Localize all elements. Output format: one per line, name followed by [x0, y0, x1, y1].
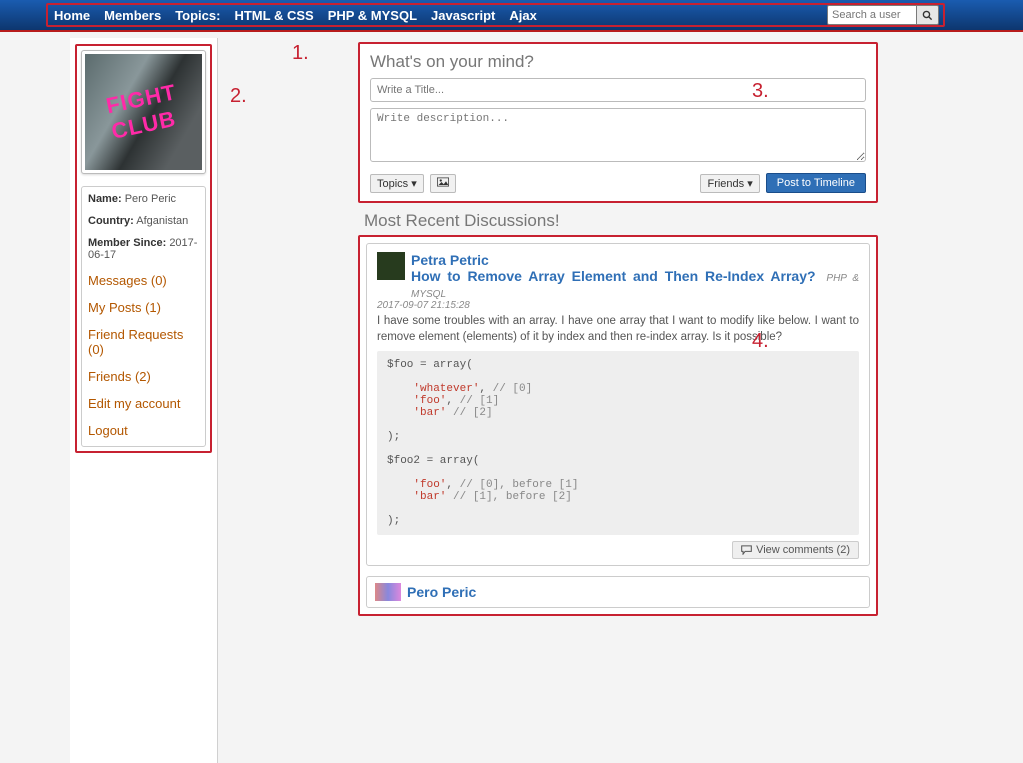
composer-heading: What's on your mind? — [370, 52, 866, 72]
discussion-author-2[interactable]: Pero Peric — [407, 584, 476, 600]
composer-box: What's on your mind? Topics ▾ Friends ▾ … — [358, 42, 878, 203]
image-button[interactable] — [430, 174, 456, 193]
view-comments-button[interactable]: View comments (2) — [732, 541, 859, 559]
main-column: What's on your mind? Topics ▾ Friends ▾ … — [358, 38, 878, 763]
friends-dropdown[interactable]: Friends ▾ — [700, 174, 759, 193]
nav-php-mysql[interactable]: PHP & MYSQL — [328, 8, 417, 23]
discussion-author[interactable]: Petra Petric — [411, 252, 859, 268]
search-button[interactable] — [917, 5, 939, 25]
annotation-3: 3. — [752, 80, 769, 103]
profile-name-label: Name: — [88, 193, 122, 205]
search-wrap — [827, 5, 939, 25]
link-logout[interactable]: Logout — [88, 423, 199, 438]
discussion-card-2: Pero Peric — [366, 576, 870, 608]
description-textarea[interactable] — [370, 108, 866, 162]
link-edit-account[interactable]: Edit my account — [88, 396, 199, 411]
post-button[interactable]: Post to Timeline — [766, 173, 866, 193]
profile-country-value: Afganistan — [136, 215, 188, 227]
section-title: Most Recent Discussions! — [364, 211, 878, 231]
annotation-2: 2. — [230, 85, 247, 108]
nav-links: Home Members Topics: HTML & CSS PHP & MY… — [54, 8, 537, 23]
discussion-avatar-2[interactable] — [375, 583, 401, 601]
discussion-timestamp: 2017-09-07 21:15:28 — [377, 300, 859, 311]
search-input[interactable] — [827, 5, 917, 25]
code-block: $foo = array( 'whatever', // [0] 'foo', … — [377, 351, 859, 535]
topics-dropdown[interactable]: Topics ▾ — [370, 174, 424, 193]
nav-members[interactable]: Members — [104, 8, 161, 23]
image-icon — [437, 177, 449, 187]
discussion-card: Petra Petric How to Remove Array Element… — [366, 243, 870, 566]
profile-name-value: Pero Peric — [125, 193, 176, 205]
comment-icon — [741, 545, 752, 555]
profile-avatar[interactable] — [81, 50, 206, 174]
discussion-title[interactable]: How to Remove Array Element and Then Re-… — [411, 268, 859, 300]
discussion-body: I have some troubles with an array. I ha… — [377, 314, 859, 345]
top-navbar: Home Members Topics: HTML & CSS PHP & MY… — [0, 0, 1023, 32]
title-input[interactable] — [370, 78, 866, 102]
avatar-image — [85, 54, 202, 170]
annotation-1: 1. — [292, 42, 309, 65]
link-messages[interactable]: Messages (0) — [88, 273, 199, 288]
annotation-box-2: Name: Pero Peric Country: Afganistan Mem… — [75, 44, 212, 453]
profile-since-label: Member Since: — [88, 237, 166, 249]
search-icon — [922, 10, 933, 21]
annotation-box-4: Petra Petric How to Remove Array Element… — [358, 235, 878, 616]
profile-since-row: Member Since: 2017-06-17 — [88, 237, 199, 261]
nav-html-css[interactable]: HTML & CSS — [234, 8, 313, 23]
profile-name-row: Name: Pero Peric — [88, 193, 199, 205]
composer-controls: Topics ▾ Friends ▾ Post to Timeline — [370, 173, 866, 193]
link-friend-requests[interactable]: Friend Requests (0) — [88, 327, 199, 357]
profile-links: Messages (0) My Posts (1) Friend Request… — [88, 273, 199, 438]
link-my-posts[interactable]: My Posts (1) — [88, 300, 199, 315]
nav-home[interactable]: Home — [54, 8, 90, 23]
profile-info-card: Name: Pero Peric Country: Afganistan Mem… — [81, 186, 206, 447]
nav-javascript[interactable]: Javascript — [431, 8, 495, 23]
profile-country-row: Country: Afganistan — [88, 215, 199, 227]
annotation-4: 4. — [752, 330, 769, 353]
nav-topics-label: Topics: — [175, 8, 220, 23]
link-friends[interactable]: Friends (2) — [88, 369, 199, 384]
nav-ajax[interactable]: Ajax — [509, 8, 536, 23]
left-column: Name: Pero Peric Country: Afganistan Mem… — [70, 38, 218, 763]
profile-country-label: Country: — [88, 215, 134, 227]
discussion-avatar[interactable] — [377, 252, 405, 280]
